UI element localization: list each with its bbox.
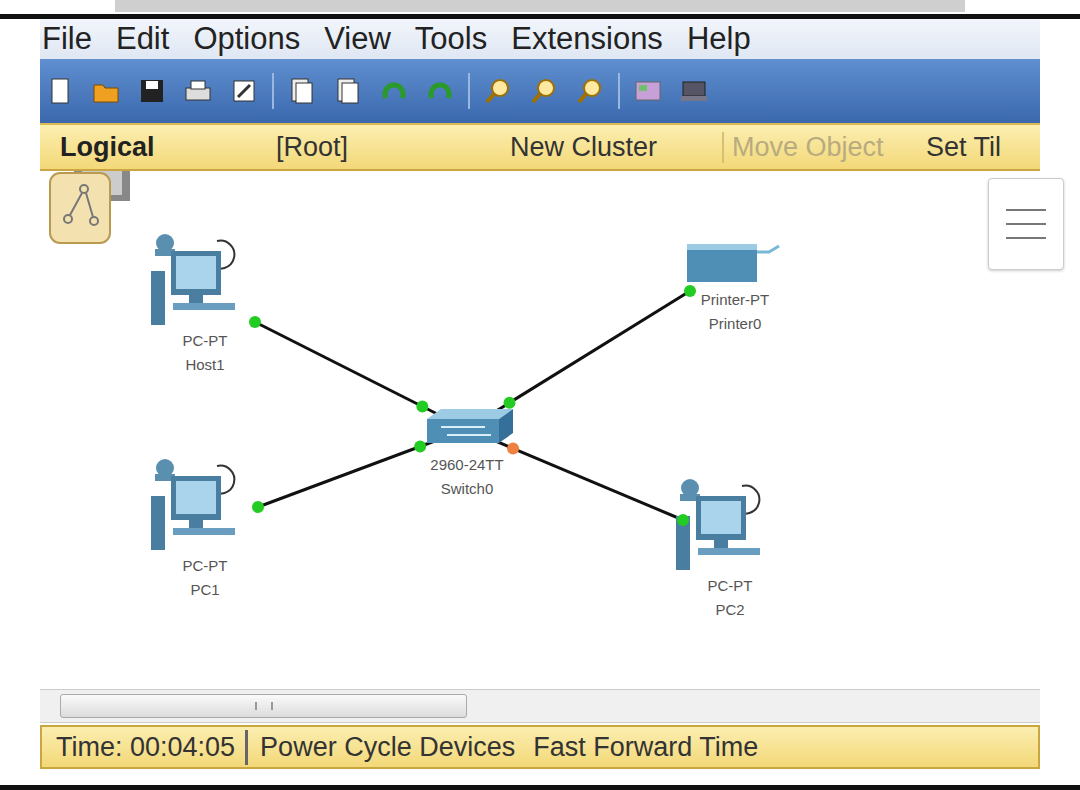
pc-icon <box>145 229 265 329</box>
device-name-label: PC2 <box>715 598 744 622</box>
status-bar: Time: 00:04:05 Power Cycle DevicesFast F… <box>40 725 1040 769</box>
top-strip <box>0 0 1080 14</box>
status-button[interactable]: Power Cycle Devices <box>248 732 521 763</box>
device-name-label: Printer0 <box>709 312 762 336</box>
switch-device[interactable]: 2960-24TT Switch0 <box>407 405 527 501</box>
device-name-label: Switch0 <box>441 477 494 501</box>
workspace-bar-item[interactable]: Logical <box>40 132 268 163</box>
pc-icon <box>670 474 790 574</box>
scroll-thumb[interactable] <box>60 694 467 718</box>
screen: File Edit Options View Tools Extensions Help L… <box>0 0 1080 790</box>
status-button[interactable]: Fast Forward Time <box>521 732 764 763</box>
link-light <box>504 397 516 409</box>
copy-icon[interactable] <box>284 71 320 111</box>
menu-item[interactable]: File <box>42 21 92 57</box>
menu-item[interactable]: View <box>324 21 391 57</box>
menu-item[interactable]: Extensions <box>511 21 663 57</box>
device-model-label: PC-PT <box>708 574 753 598</box>
menu-item[interactable]: Options <box>193 21 300 57</box>
link-light <box>416 400 428 412</box>
print-icon[interactable] <box>180 71 216 111</box>
link-lights <box>40 171 1040 689</box>
pc-device[interactable]: PC-PT Host1 <box>145 229 265 377</box>
link-light <box>684 285 696 297</box>
links-layer <box>40 171 1040 689</box>
undo-icon[interactable] <box>376 71 412 111</box>
workspace-bar-item[interactable]: New Cluster <box>490 132 722 163</box>
menu-bar: File Edit Options View Tools Extensions Help <box>40 19 1040 59</box>
zin-icon[interactable] <box>480 71 516 111</box>
hamburger-menu-button[interactable] <box>988 178 1064 270</box>
paste-icon[interactable] <box>330 71 366 111</box>
link-light <box>507 442 519 454</box>
packet-tracer-window: File Edit Options View Tools Extensions Help L… <box>40 19 1040 769</box>
device-icon[interactable] <box>676 71 712 111</box>
link-light <box>249 316 261 328</box>
link-light <box>414 440 426 452</box>
link-light <box>252 501 264 513</box>
device-name-label: PC1 <box>190 578 219 602</box>
device-model-label: PC-PT <box>183 554 228 578</box>
device-name-label: Host1 <box>185 353 224 377</box>
zout-icon[interactable] <box>572 71 608 111</box>
workspace-bar: Logical[Root]New ClusterMove ObjectSet T… <box>40 123 1040 171</box>
logical-canvas[interactable]: PC-PT Host1 PC-PT PC1 2960-24TT Switch0 … <box>40 171 1040 689</box>
device-model-label: Printer-PT <box>701 288 769 312</box>
logical-view-icon[interactable] <box>44 171 134 255</box>
pc-device[interactable]: PC-PT PC2 <box>670 474 790 622</box>
link-cable[interactable] <box>467 291 690 429</box>
horizontal-scrollbar[interactable] <box>40 689 1040 723</box>
edit-icon[interactable] <box>226 71 262 111</box>
device-model-label: 2960-24TT <box>430 453 503 477</box>
workspace-bar-item[interactable]: Move Object <box>722 132 918 163</box>
link-cable[interactable] <box>255 322 467 429</box>
zreset-icon[interactable] <box>526 71 562 111</box>
time-display: Time: 00:04:05 <box>42 730 248 765</box>
workspace-bar-item[interactable]: Set Til <box>918 132 1009 163</box>
link-light <box>677 514 689 526</box>
new-icon[interactable] <box>42 71 78 111</box>
pc-icon <box>145 454 265 554</box>
workspace-bar-item[interactable]: [Root] <box>268 132 490 163</box>
menu-item[interactable]: Tools <box>415 21 487 57</box>
open-icon[interactable] <box>88 71 124 111</box>
redo-icon[interactable] <box>422 71 458 111</box>
switch-icon <box>407 405 527 453</box>
save-icon[interactable] <box>134 71 170 111</box>
device-model-label: PC-PT <box>183 329 228 353</box>
hamburger-icon <box>1004 206 1048 242</box>
menu-item[interactable]: Help <box>687 21 751 57</box>
palette-icon[interactable] <box>630 71 666 111</box>
printer-device[interactable]: Printer-PT Printer0 <box>675 240 795 336</box>
pc-device[interactable]: PC-PT PC1 <box>145 454 265 602</box>
printer-icon <box>675 240 795 288</box>
toolbar <box>40 59 1040 123</box>
menu-item[interactable]: Edit <box>116 21 169 57</box>
